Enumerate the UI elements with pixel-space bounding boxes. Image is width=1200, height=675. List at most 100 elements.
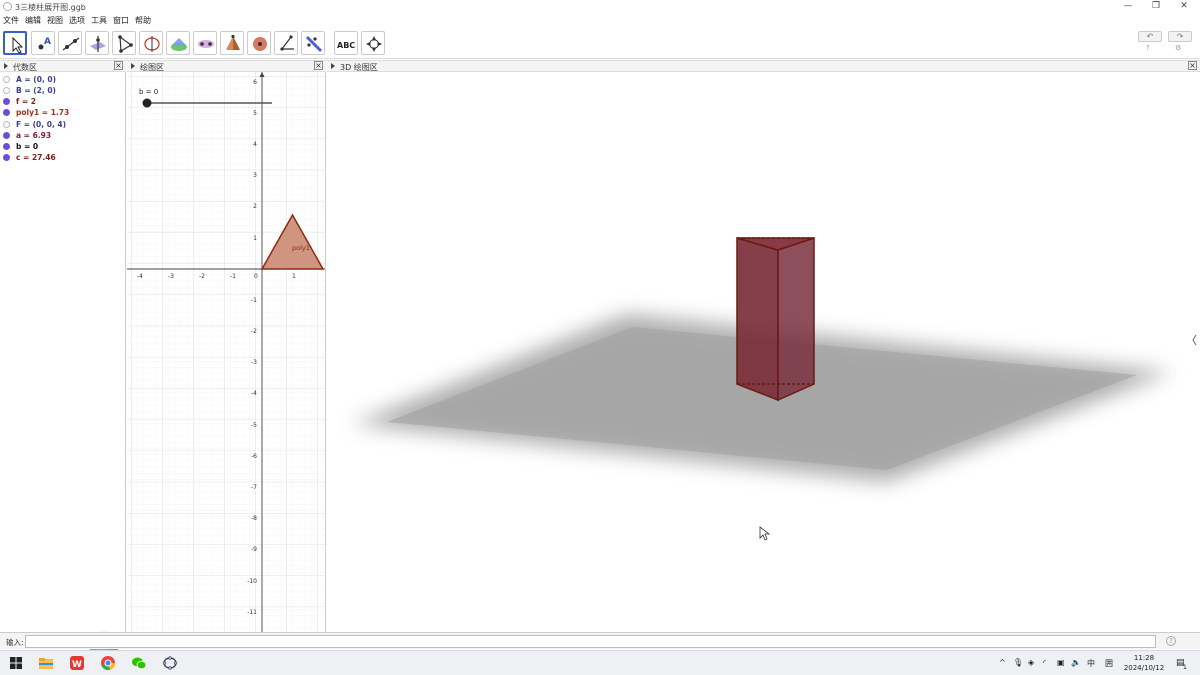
menu-help[interactable]: 帮助	[135, 14, 151, 27]
graphics-view[interactable]: -4 -3 -2 -1 0 1 6 5 4 3 2 1 -1 -2 -3 -4 …	[127, 72, 326, 632]
collapse-triangle-icon[interactable]	[331, 63, 335, 69]
menu-window[interactable]: 窗口	[113, 14, 129, 27]
x-tick-label: 0	[254, 273, 258, 280]
polygon-icon	[118, 35, 133, 53]
geogebra-window: 3三棱柱展开图.ggb — ❐ ✕ 文件 编辑 视图 选项 工具 窗口 帮助 A	[0, 0, 1200, 675]
undo-button[interactable]: ↶	[1138, 31, 1162, 42]
input-bar-label: 输入:	[6, 638, 24, 647]
display-icon[interactable]: ▣	[1057, 658, 1065, 667]
plane-icon	[171, 38, 187, 51]
volume-icon[interactable]: 🔈	[1071, 658, 1081, 667]
sphere-tool-button[interactable]	[247, 31, 271, 55]
slider-label: b = 0	[139, 88, 158, 96]
rotate-view-tool-button[interactable]	[361, 31, 385, 55]
redo-button[interactable]: ↷	[1168, 31, 1192, 42]
algebra-item[interactable]: A = (0, 0)	[0, 74, 126, 85]
menu-tools[interactable]: 工具	[91, 14, 107, 27]
ime-mode-indicator[interactable]: 囲	[1105, 658, 1113, 669]
wps-icon[interactable]: W	[69, 655, 85, 671]
algebra-item[interactable]: poly1 = 1.73	[0, 107, 126, 118]
y-tick-label: -7	[251, 484, 257, 491]
help-icon[interactable]: ?	[1146, 44, 1150, 52]
settings-gear-icon[interactable]: ⚙	[1175, 44, 1181, 52]
intersect-icon	[198, 40, 214, 48]
perpendicular-tool-button[interactable]	[85, 31, 109, 55]
circle-tool-button[interactable]	[139, 31, 163, 55]
close-window-button[interactable]: ✕	[1170, 0, 1198, 14]
undo-icon: ↶	[1146, 32, 1154, 41]
slider-handle[interactable]	[142, 98, 152, 108]
text-tool-button[interactable]: ABC	[334, 31, 358, 55]
triangular-prism[interactable]	[736, 236, 815, 402]
algebra-item[interactable]: a = 6.93	[0, 130, 126, 141]
menu-edit[interactable]: 编辑	[25, 14, 41, 27]
show-hidden-icons-chevron-icon[interactable]: ^	[999, 658, 1006, 667]
svg-text:W: W	[72, 660, 82, 670]
security-icon[interactable]: ◈	[1028, 658, 1034, 667]
y-tick-label: 3	[253, 172, 257, 179]
y-tick-label: 2	[253, 203, 257, 210]
algebra-item-label: A = (0, 0)	[16, 75, 57, 84]
algebra-view[interactable]: A = (0, 0) B = (2, 0) f = 2 poly1 = 1.73…	[0, 72, 126, 661]
visibility-toggle[interactable]	[3, 98, 10, 105]
system-clock[interactable]: 11:28 2024/10/12	[1122, 653, 1166, 673]
close-algebra-view-button[interactable]: ×	[114, 61, 123, 70]
geogebra-icon[interactable]	[162, 655, 178, 671]
visibility-toggle[interactable]	[3, 109, 10, 116]
algebra-view-header[interactable]: 代数区 ×	[0, 60, 126, 72]
microphone-icon[interactable]: 🎙	[1013, 658, 1023, 667]
command-input-field[interactable]	[25, 635, 1156, 648]
chrome-icon[interactable]	[100, 655, 116, 671]
windows-start-icon[interactable]	[8, 655, 24, 671]
collapse-triangle-icon[interactable]	[4, 63, 8, 69]
side-panel-arrow-icon[interactable]	[1192, 334, 1197, 346]
graphics3d-canvas[interactable]	[327, 72, 1200, 632]
line-tool-button[interactable]	[58, 31, 82, 55]
y-tick-label: -3	[251, 359, 257, 366]
collapse-triangle-icon[interactable]	[131, 63, 135, 69]
reflect-tool-button[interactable]	[301, 31, 325, 55]
algebra-item[interactable]: B = (2, 0)	[0, 85, 126, 96]
minimize-button[interactable]: —	[1114, 0, 1142, 14]
y-tick-label: -5	[251, 422, 257, 429]
windows-taskbar: W ^ 🎙 ◈ ◜ ▣ 🔈 中 囲 11:28 2024/10/12 ▤ 1	[0, 650, 1200, 675]
file-explorer-icon[interactable]	[38, 655, 54, 671]
algebra-item-label: B = (2, 0)	[16, 86, 56, 95]
move-tool-button[interactable]	[3, 31, 27, 55]
visibility-toggle[interactable]	[3, 154, 10, 161]
restore-button[interactable]: ❐	[1142, 0, 1170, 14]
clock-date: 2024/10/12	[1123, 664, 1165, 672]
ime-language-indicator[interactable]: 中	[1087, 658, 1095, 669]
algebra-item[interactable]: F = (0, 0, 4)	[0, 119, 126, 130]
algebra-item[interactable]: f = 2	[0, 96, 126, 107]
visibility-toggle[interactable]	[3, 121, 10, 128]
algebra-item[interactable]: c = 27.46	[0, 152, 126, 163]
plane-tool-button[interactable]	[166, 31, 190, 55]
pyramid-tool-button[interactable]	[220, 31, 244, 55]
menu-options[interactable]: 选项	[69, 14, 85, 27]
wechat-icon[interactable]	[131, 655, 147, 671]
polygon-tool-button[interactable]	[112, 31, 136, 55]
graphics3d-view-header[interactable]: 3D 绘图区 ×	[327, 60, 1200, 72]
menu-view[interactable]: 视图	[47, 14, 63, 27]
visibility-toggle[interactable]	[3, 87, 10, 94]
intersect-tool-button[interactable]	[193, 31, 217, 55]
graphics-view-header[interactable]: 绘图区 ×	[127, 60, 326, 72]
point-tool-button[interactable]: A	[31, 31, 55, 55]
wifi-icon[interactable]: ◜	[1043, 658, 1046, 667]
graphics3d-view[interactable]	[327, 72, 1200, 632]
help-icon[interactable]: ?	[1166, 636, 1176, 646]
graphics-canvas[interactable]: -4 -3 -2 -1 0 1 6 5 4 3 2 1 -1 -2 -3 -4 …	[127, 72, 326, 632]
close-graphics3d-view-button[interactable]: ×	[1188, 61, 1197, 70]
x-tick-label: -3	[168, 273, 174, 280]
close-graphics-view-button[interactable]: ×	[314, 61, 323, 70]
visibility-toggle[interactable]	[3, 76, 10, 83]
visibility-toggle[interactable]	[3, 132, 10, 139]
algebra-item-label: f = 2	[16, 97, 36, 106]
angle-icon	[280, 35, 294, 51]
visibility-toggle[interactable]	[3, 143, 10, 150]
menu-file[interactable]: 文件	[3, 14, 19, 27]
angle-tool-button[interactable]	[274, 31, 298, 55]
algebra-item[interactable]: b = 0	[0, 141, 126, 152]
toolbar: A ABC ↶ ↷ ? ⚙	[0, 28, 1200, 59]
